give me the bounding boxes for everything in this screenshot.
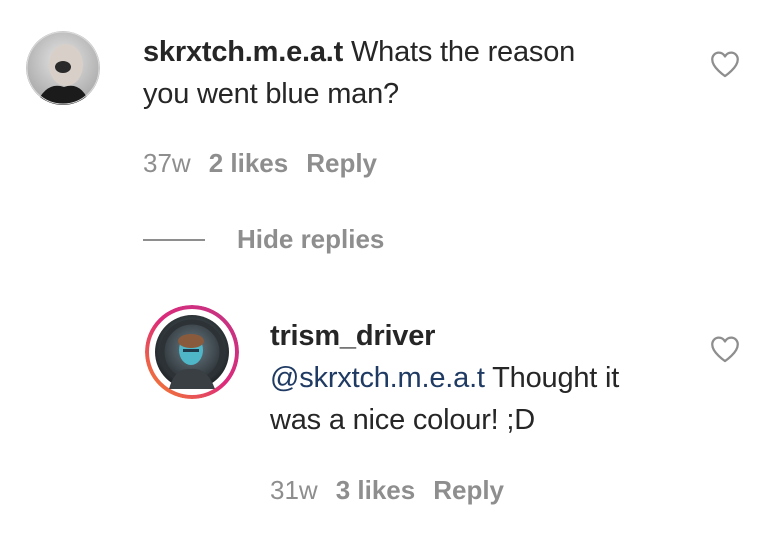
comment-text-line1: Whats the reason [350,36,576,68]
hide-replies-label: Hide replies [237,224,385,254]
comment-reply-button[interactable]: Reply [306,148,377,179]
avatar-photo-story-ring [145,305,239,399]
hide-replies-button[interactable]: Hide replies [143,224,384,255]
comment-text-line2: you went blue man? [143,78,399,110]
reply-body: trism_driver @skrxtch.m.e.a.t Thought it… [270,315,690,441]
reply-text-line1: Thought it [492,362,620,394]
comment-meta: 37w 2 likes Reply [143,148,395,179]
reply-username[interactable]: trism_driver [270,320,435,352]
reply-like-heart-icon[interactable] [708,332,742,366]
avatar-skrxtch[interactable] [26,31,100,105]
comment-time: 37w [143,148,191,178]
comment-username[interactable]: skrxtch.m.e.a.t [143,36,343,68]
replies-divider-line [143,238,205,241]
avatar-trism-driver[interactable] [145,305,239,399]
reply-text-line2: was a nice colour! ;D [270,404,535,436]
comment-body: skrxtch.m.e.a.t Whats the reason you wen… [143,31,663,115]
reply-mention-link[interactable]: @skrxtch.m.e.a.t [270,362,485,394]
reply-likes-button[interactable]: 3 likes [336,475,416,506]
like-heart-icon[interactable] [708,47,742,81]
avatar-photo [26,31,100,105]
reply-reply-button[interactable]: Reply [433,475,504,506]
comment-likes-button[interactable]: 2 likes [209,148,289,179]
reply-meta: 31w 3 likes Reply [270,475,522,506]
reply-time: 31w [270,475,318,505]
